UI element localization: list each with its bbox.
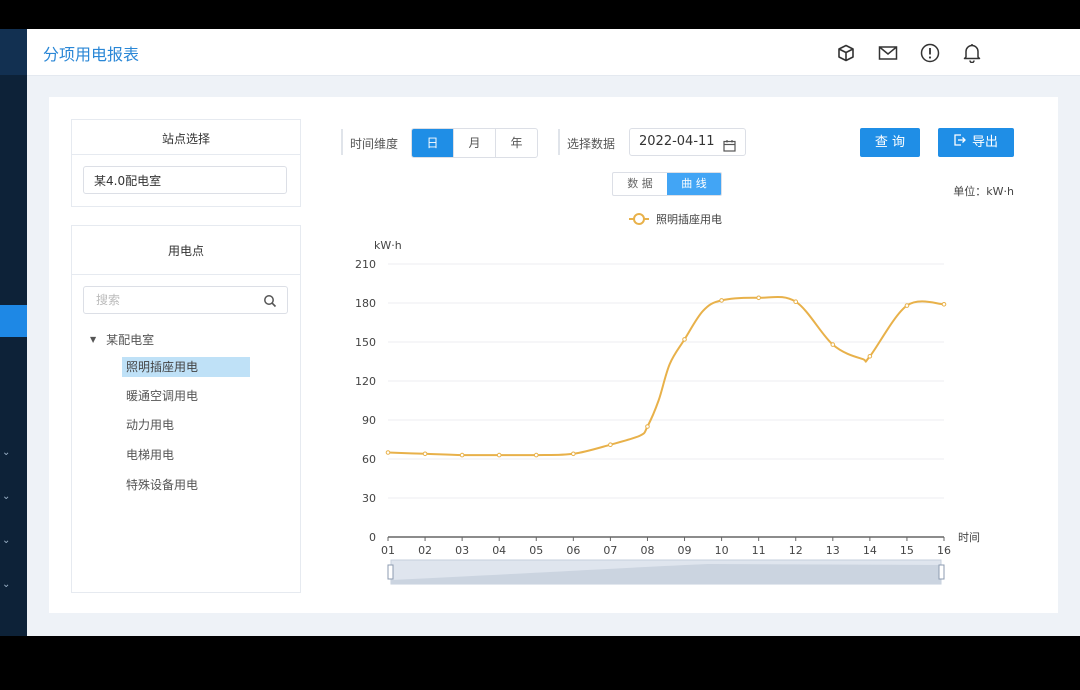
export-icon	[954, 128, 966, 157]
data-point	[571, 451, 576, 457]
app-window: ⌄ ⌄ ⌄ ⌄ 分项用电报表 站点选择 某4.0配电室 用电点 搜索 ▼ 某配电…	[0, 29, 1080, 636]
export-button[interactable]: 导出	[938, 128, 1014, 157]
dimension-switch: 日 月 年	[411, 128, 538, 158]
site-card-title: 站点选择	[161, 132, 210, 146]
dim-month-button[interactable]: 月	[453, 129, 495, 157]
y-tick-label: 180	[355, 297, 376, 310]
power-point-card: 用电点 ▼ 某配电室 照明插座用电 暖通空调用电 动力用电 电梯用电 特殊设备用…	[71, 225, 301, 593]
x-tick-label: 10	[715, 544, 729, 557]
view-curve-button[interactable]: 曲 线	[667, 173, 721, 195]
nav-item-active[interactable]	[0, 305, 27, 337]
alert-icon[interactable]	[918, 41, 942, 65]
calendar-icon[interactable]	[723, 136, 736, 162]
x-tick-label: 06	[566, 544, 580, 557]
search-icon[interactable]	[263, 293, 277, 312]
export-label: 导出	[971, 135, 998, 150]
tree-leaf[interactable]: 暖通空调用电	[122, 386, 202, 406]
page-title: 分项用电报表	[43, 45, 140, 64]
x-tick-label: 01	[381, 544, 395, 557]
x-tick-label: 07	[603, 544, 617, 557]
line-chart: 0 30 60 90 120 150 180 210 01 02 03 04 05 06 07 08 09 10 1…	[355, 212, 980, 585]
tree-leaf[interactable]: 特殊设备用电	[122, 475, 202, 495]
top-header: 分项用电报表	[27, 29, 1080, 76]
x-tick-label: 11	[752, 544, 766, 557]
site-select[interactable]: 某4.0配电室	[83, 166, 287, 194]
date-picker[interactable]: 2022-04-11	[629, 128, 746, 156]
date-value: 2022-04-11	[639, 134, 715, 149]
view-data-button[interactable]: 数 据	[613, 173, 667, 195]
data-point	[422, 451, 428, 457]
series-line	[387, 295, 945, 457]
x-tick-label: 02	[418, 544, 432, 557]
tree-leaf[interactable]: 动力用电	[122, 415, 178, 435]
data-point	[793, 299, 799, 304]
data-point	[533, 452, 539, 458]
data-point	[904, 303, 910, 308]
x-tick-label: 04	[492, 544, 506, 557]
data-point	[756, 295, 761, 301]
dim-day-button[interactable]: 日	[412, 129, 453, 157]
cube-icon[interactable]	[834, 41, 858, 65]
bell-icon[interactable]	[960, 41, 984, 65]
x-tick-label: 16	[937, 544, 951, 557]
x-tick-label: 08	[640, 544, 654, 557]
search-input[interactable]	[94, 292, 258, 308]
caret-down-icon[interactable]: ▼	[90, 335, 96, 344]
y-tick-label: 30	[362, 492, 376, 505]
nav-chevron-icon[interactable]: ⌄	[2, 447, 10, 458]
data-point	[459, 452, 465, 458]
select-data-label: 选择数据	[567, 137, 616, 151]
x-tick-label: 13	[826, 544, 840, 557]
view-toggle: 数 据 曲 线	[612, 172, 722, 196]
query-button[interactable]: 查 询	[860, 128, 920, 157]
nav-chevron-icon[interactable]: ⌄	[2, 579, 10, 590]
data-point	[941, 302, 947, 307]
x-tick-label: 03	[455, 544, 469, 557]
data-point	[645, 424, 650, 429]
y-tick-label: 150	[355, 336, 376, 349]
search-box	[83, 286, 288, 314]
data-point	[496, 452, 502, 458]
tree-root[interactable]: ▼ 某配电室	[90, 331, 154, 348]
nav-chevron-icon[interactable]: ⌄	[2, 535, 10, 546]
site-select-card: 站点选择 某4.0配电室	[71, 119, 301, 207]
y-tick-label: 0	[369, 531, 376, 544]
x-tick-label: 12	[789, 544, 803, 557]
data-point	[867, 354, 873, 359]
left-nav: ⌄ ⌄ ⌄ ⌄	[0, 29, 27, 636]
data-point	[682, 337, 687, 342]
nav-logo-area	[0, 29, 27, 75]
data-point	[719, 298, 724, 303]
mail-icon[interactable]	[876, 41, 900, 65]
dim-year-button[interactable]: 年	[495, 129, 537, 157]
x-tick-label: 09	[678, 544, 692, 557]
x-axis-label: 时间	[958, 531, 980, 544]
y-tick-label: 120	[355, 375, 376, 388]
tree-leaf[interactable]: 电梯用电	[122, 445, 178, 465]
unit-label: 单位：kW·h	[953, 185, 1014, 198]
data-point	[830, 342, 836, 347]
x-tick-label: 15	[900, 544, 914, 557]
legend-marker	[633, 213, 645, 225]
y-axis-label: kW·h	[374, 239, 402, 252]
tree-leaf[interactable]: 照明插座用电	[122, 357, 250, 377]
y-tick-label: 90	[362, 414, 376, 427]
y-tick-label: 210	[355, 258, 376, 271]
point-card-title: 用电点	[167, 244, 204, 258]
dimension-label: 时间维度	[350, 137, 399, 151]
legend-label: 照明插座用电	[656, 212, 722, 226]
data-point	[608, 442, 613, 447]
zoom-handle-right	[938, 564, 945, 580]
x-tick-label: 14	[863, 544, 877, 557]
nav-chevron-icon[interactable]: ⌄	[2, 491, 10, 502]
y-tick-label: 60	[362, 453, 376, 466]
main-panel: 站点选择 某4.0配电室 用电点 ▼ 某配电室 照明插座用电 暖通空调用电 动力…	[49, 97, 1058, 613]
data-point	[385, 450, 391, 455]
x-tick-label: 05	[529, 544, 543, 557]
tree-root-label: 某配电室	[106, 333, 155, 347]
zoom-handle-left	[387, 564, 394, 580]
